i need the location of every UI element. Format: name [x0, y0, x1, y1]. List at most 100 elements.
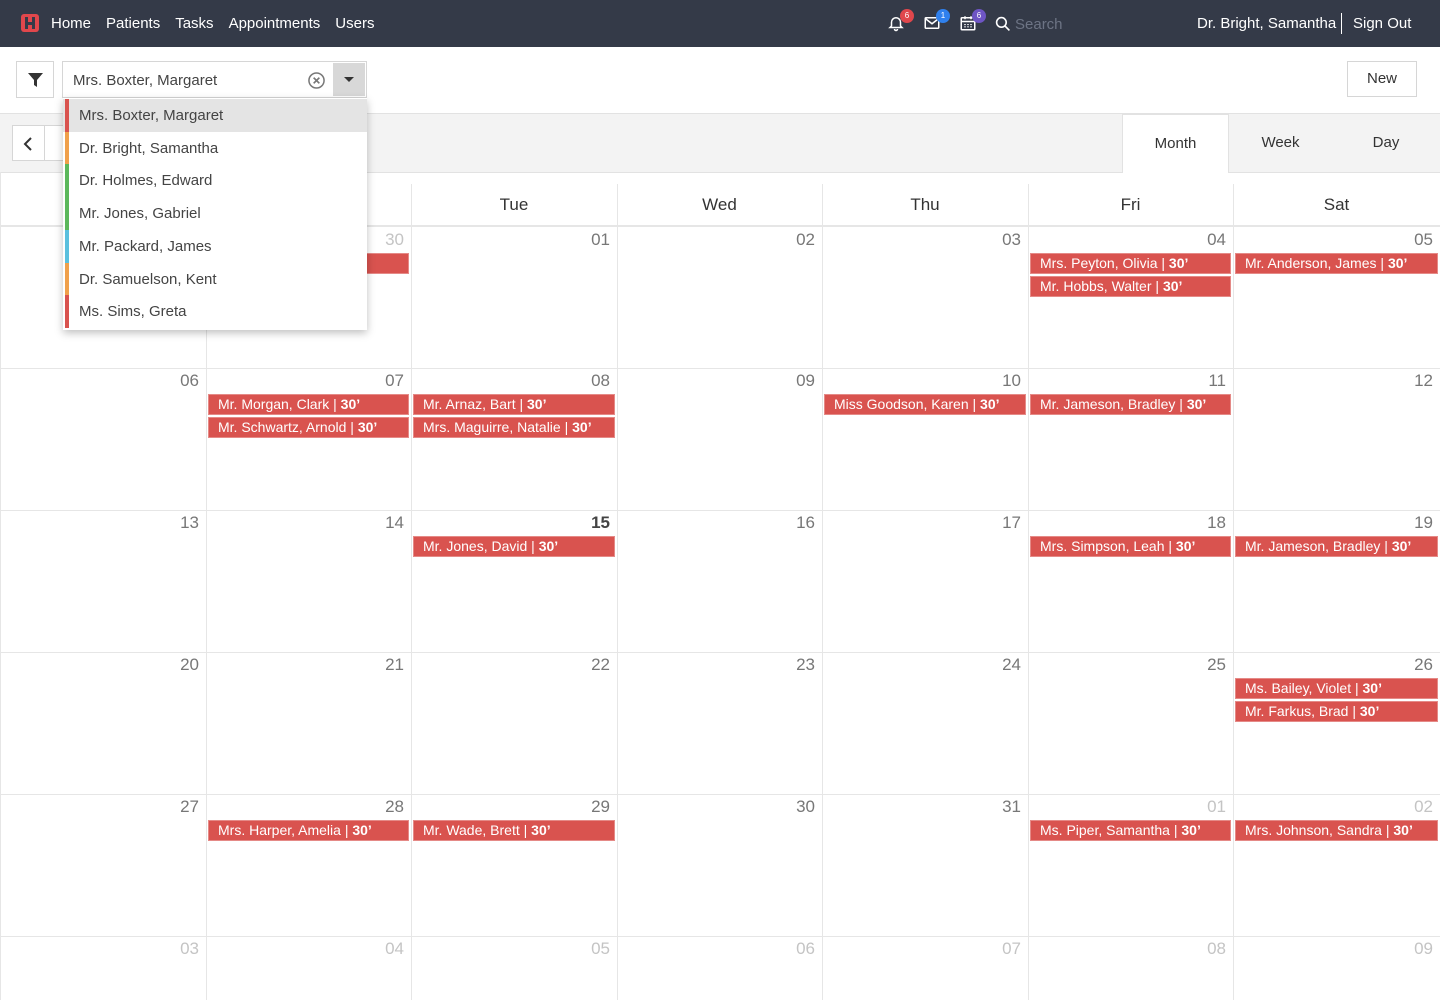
dropdown-option[interactable]: Ms. Sims, Greta [63, 295, 367, 329]
nav-tasks[interactable]: Tasks [175, 15, 213, 32]
day-number[interactable]: 21 [344, 655, 404, 675]
appointment-event[interactable]: Mr. Anderson, James | 30’ [1235, 253, 1438, 274]
day-number[interactable]: 17 [961, 513, 1021, 533]
day-number[interactable]: 12 [1373, 371, 1433, 391]
appointment-event[interactable]: Mr. Schwartz, Arnold | 30’ [208, 417, 409, 438]
dropdown-option[interactable]: Mr. Packard, James [63, 229, 367, 263]
view-tab-day[interactable]: Day [1332, 114, 1440, 173]
dropdown-option[interactable]: Dr. Samuelson, Kent [63, 262, 367, 296]
appointment-event[interactable]: Mrs. Johnson, Sandra | 30’ [1235, 820, 1438, 841]
day-number[interactable]: 05 [550, 939, 610, 959]
appointment-event[interactable]: Ms. Piper, Samantha | 30’ [1030, 820, 1231, 841]
day-number[interactable]: 09 [755, 371, 815, 391]
search-input[interactable] [1015, 12, 1165, 36]
day-number[interactable]: 31 [961, 797, 1021, 817]
day-number[interactable]: 07 [344, 371, 404, 391]
appointment-event[interactable]: Mr. Jones, David | 30’ [413, 536, 615, 557]
event-duration: 30’ [1175, 538, 1196, 554]
day-number[interactable]: 09 [1373, 939, 1433, 959]
day-number[interactable]: 16 [755, 513, 815, 533]
appointment-event[interactable]: Mr. Morgan, Clark | 30’ [208, 394, 409, 415]
day-number[interactable]: 13 [139, 513, 199, 533]
appointment-event[interactable]: Mr. Wade, Brett | 30’ [413, 820, 615, 841]
combobox-dropdown-toggle[interactable] [333, 63, 365, 96]
previous-month-button[interactable] [12, 125, 45, 161]
day-number[interactable]: 08 [550, 371, 610, 391]
calendar-count-badge: 6 [972, 9, 986, 23]
day-number[interactable]: 08 [1166, 939, 1226, 959]
day-number[interactable]: 07 [961, 939, 1021, 959]
day-number[interactable]: 10 [961, 371, 1021, 391]
day-number[interactable]: 02 [755, 230, 815, 250]
calendar-icon[interactable]: 6 [959, 9, 986, 34]
provider-filter-combobox[interactable]: Mrs. Boxter, Margaret [62, 61, 367, 98]
column-divider [411, 184, 412, 226]
day-number[interactable]: 06 [755, 939, 815, 959]
grid-left-border [0, 172, 1, 1000]
appointment-event[interactable]: Miss Goodson, Karen | 30’ [824, 394, 1026, 415]
nav-patients[interactable]: Patients [106, 15, 160, 32]
day-number[interactable]: 02 [1373, 797, 1433, 817]
day-number[interactable]: 30 [755, 797, 815, 817]
appointment-event[interactable]: Mrs. Maguirre, Natalie | 30’ [413, 417, 615, 438]
day-number[interactable]: 01 [550, 230, 610, 250]
event-patient-name: Ms. Piper, Samantha [1040, 822, 1170, 838]
day-number[interactable]: 25 [1166, 655, 1226, 675]
day-number[interactable]: 24 [961, 655, 1021, 675]
current-user-name[interactable]: Dr. Bright, Samantha [1197, 15, 1336, 32]
appointment-event[interactable]: Mr. Arnaz, Bart | 30’ [413, 394, 615, 415]
appointment-event[interactable]: Mrs. Harper, Amelia | 30’ [208, 820, 409, 841]
day-number[interactable]: 20 [139, 655, 199, 675]
day-number[interactable]: 22 [550, 655, 610, 675]
event-duration: 30’ [352, 822, 372, 838]
appointment-event[interactable]: Mr. Jameson, Bradley | 30’ [1235, 536, 1438, 557]
day-number[interactable]: 03 [961, 230, 1021, 250]
dropdown-option[interactable]: Mrs. Boxter, Margaret [63, 99, 367, 132]
dropdown-option-label: Dr. Holmes, Edward [79, 172, 213, 190]
day-number[interactable]: 04 [1166, 230, 1226, 250]
appointment-event[interactable]: Mr. Farkus, Brad | 30’ [1235, 701, 1438, 722]
view-tab-week[interactable]: Week [1229, 114, 1332, 173]
dropdown-option-label: Mr. Jones, Gabriel [79, 205, 201, 223]
day-number[interactable]: 29 [550, 797, 610, 817]
search-icon[interactable] [995, 16, 1011, 32]
event-duration: 30’ [1181, 822, 1201, 838]
appointment-event[interactable]: Mr. Jameson, Bradley | 30’ [1030, 394, 1231, 415]
provider-color-stripe [65, 197, 69, 231]
day-number[interactable]: 05 [1373, 230, 1433, 250]
day-number[interactable]: 01 [1166, 797, 1226, 817]
day-number[interactable]: 18 [1166, 513, 1226, 533]
event-duration: 30’ [1393, 822, 1413, 838]
dropdown-option[interactable]: Dr. Bright, Samantha [63, 131, 367, 165]
day-number[interactable]: 28 [344, 797, 404, 817]
filter-button[interactable] [16, 61, 54, 98]
day-number[interactable]: 14 [344, 513, 404, 533]
dropdown-option[interactable]: Dr. Holmes, Edward [63, 164, 367, 198]
nav-home[interactable]: Home [51, 15, 91, 32]
day-number[interactable]: 26 [1373, 655, 1433, 675]
mail-icon[interactable]: 1 [923, 9, 950, 34]
appointment-event[interactable]: Ms. Bailey, Violet | 30’ [1235, 678, 1438, 699]
view-tab-month[interactable]: Month [1122, 114, 1229, 173]
day-number[interactable]: 04 [344, 939, 404, 959]
new-appointment-button[interactable]: New [1347, 61, 1417, 97]
sign-out-link[interactable]: Sign Out [1353, 15, 1411, 32]
day-number[interactable]: 19 [1373, 513, 1433, 533]
day-number[interactable]: 23 [755, 655, 815, 675]
clear-icon[interactable] [308, 72, 325, 89]
app-logo-icon[interactable] [21, 14, 39, 32]
appointment-event[interactable]: Mr. Hobbs, Walter | 30’ [1030, 276, 1231, 297]
dropdown-option[interactable]: Mr. Jones, Gabriel [63, 197, 367, 231]
nav-users[interactable]: Users [335, 15, 374, 32]
day-number[interactable]: 11 [1166, 371, 1226, 391]
day-number[interactable]: 27 [139, 797, 199, 817]
appointment-event[interactable]: Mrs. Simpson, Leah | 30’ [1030, 536, 1231, 557]
day-number[interactable]: 03 [139, 939, 199, 959]
nav-appointments[interactable]: Appointments [229, 15, 321, 32]
day-number[interactable]: 15 [550, 513, 610, 533]
dropdown-option-label: Dr. Samuelson, Kent [79, 270, 217, 288]
day-number[interactable]: 06 [139, 371, 199, 391]
provider-color-stripe [65, 229, 69, 263]
bell-icon[interactable]: 6 [887, 9, 914, 34]
appointment-event[interactable]: Mrs. Peyton, Olivia | 30’ [1030, 253, 1231, 274]
